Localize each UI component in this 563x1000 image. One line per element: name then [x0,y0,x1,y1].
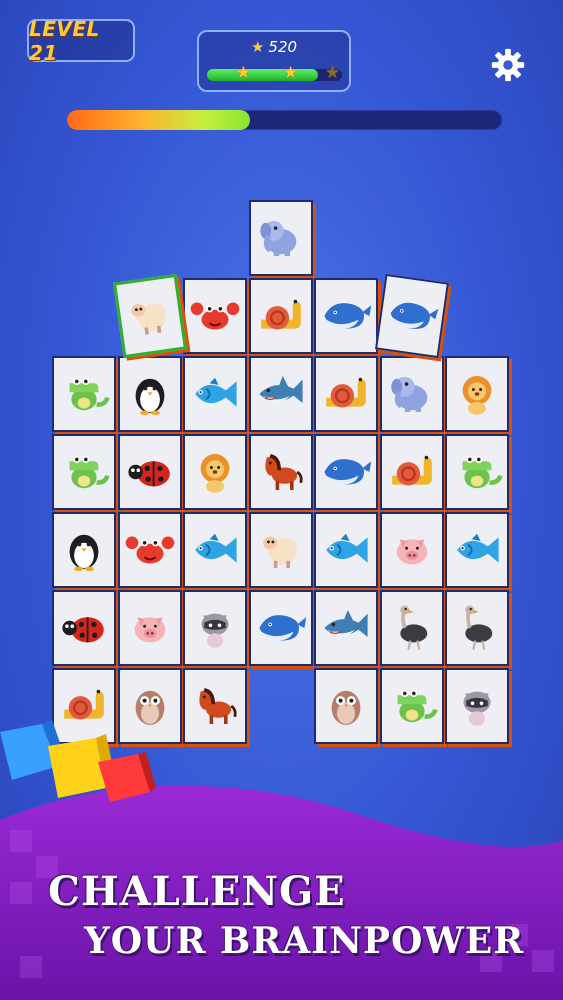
snail-icon [260,299,301,330]
sheep-icon [130,303,166,335]
tile-crab[interactable] [117,512,182,588]
tile-snail[interactable] [379,434,444,510]
tile-penguin[interactable] [52,512,116,588]
tile-ostrich[interactable] [445,590,509,666]
star-icon: ★ [250,38,265,56]
ostrich-icon [399,605,427,650]
tile-lion[interactable] [445,356,509,432]
elephant-icon [259,220,296,256]
tile-whale[interactable] [314,434,378,510]
owl-icon [331,690,361,725]
tile-whale[interactable] [314,278,378,354]
snail-icon [326,377,366,408]
tile-crab[interactable] [183,278,247,354]
tile-fish[interactable] [314,512,378,588]
tile-pig[interactable] [379,512,444,588]
crocodile-icon [69,377,110,411]
tile-crocodile[interactable] [445,434,509,510]
tile-horse[interactable] [248,434,313,510]
crab-icon [190,302,240,330]
penguin-icon [69,534,99,572]
tile-horse[interactable] [183,668,247,744]
tile-pig[interactable] [117,590,182,666]
tile-elephant[interactable] [248,200,313,276]
ladybug-icon [62,617,104,643]
tile-raccoon[interactable] [445,668,509,744]
tile-ladybug[interactable] [117,434,182,510]
pig-icon [396,539,427,565]
score-panel: ★ 520 ★ ★ ★ [197,30,351,92]
tile-penguin[interactable] [117,356,182,432]
level-badge: LEVEL 21 [27,16,135,65]
tile-lion[interactable] [183,434,247,510]
crocodile-icon [69,455,110,489]
shark-icon [258,376,303,403]
fish-icon [457,533,499,563]
whale-icon [324,459,372,485]
score-value: 520 [268,38,298,56]
raccoon-icon [201,613,229,648]
whale-icon [390,302,438,329]
tile-snail[interactable] [248,278,313,354]
promo-line-1: CHALLENGE [48,868,346,915]
tile-fish[interactable] [445,512,509,588]
horse-icon [199,688,237,724]
level-progress-fill [67,110,250,130]
milestone-star-icon: ★ [324,63,341,83]
tile-crocodile[interactable] [52,356,116,432]
fish-icon [326,533,368,563]
tile-shark[interactable] [248,356,313,432]
level-label: LEVEL 21 [29,16,100,65]
tile-shark[interactable] [314,590,378,666]
tile-sheep[interactable] [248,512,313,588]
crocodile-icon [397,689,438,723]
tile-sheep[interactable] [112,273,187,359]
tile-ladybug[interactable] [52,590,116,666]
lion-icon [200,454,230,493]
tile-crocodile[interactable] [379,668,444,744]
fish-icon [195,533,237,563]
tile-raccoon[interactable] [183,590,247,666]
crocodile-icon [462,455,503,489]
lion-icon [462,376,492,415]
tile-crocodile[interactable] [52,434,116,510]
crab-icon [125,536,174,564]
tile-ostrich[interactable] [379,590,444,666]
ostrich-icon [465,605,493,650]
pig-icon [134,617,165,643]
horse-icon [264,454,303,490]
tile-whale[interactable] [374,273,449,359]
ladybug-icon [127,461,170,487]
tile-whale[interactable] [248,590,313,666]
tile-fish[interactable] [183,512,247,588]
promo-line-2: YOUR BRAINPOWER [84,920,525,962]
tile-owl[interactable] [314,668,378,744]
raccoon-icon [463,691,491,726]
star-progress-bar: ★ ★ ★ [207,63,342,83]
shark-icon [324,610,368,637]
score-line: ★ 520 [199,38,349,56]
level-progress-bar [67,110,502,130]
gear-icon[interactable] [489,46,527,84]
sheep-icon [262,536,297,568]
milestone-star-icon: ★ [235,63,252,83]
milestone-star-icon: ★ [283,63,299,83]
tile-snail[interactable] [314,356,378,432]
snail-icon [391,455,432,486]
whale-icon [324,303,372,329]
elephant-icon [390,376,427,412]
tile-fish[interactable] [183,356,247,432]
fish-icon [195,377,237,407]
decorative-blocks [0,720,156,802]
tile-elephant[interactable] [379,356,444,432]
star-progress-fill [207,69,318,81]
penguin-icon [135,378,164,416]
whale-icon [258,615,306,641]
